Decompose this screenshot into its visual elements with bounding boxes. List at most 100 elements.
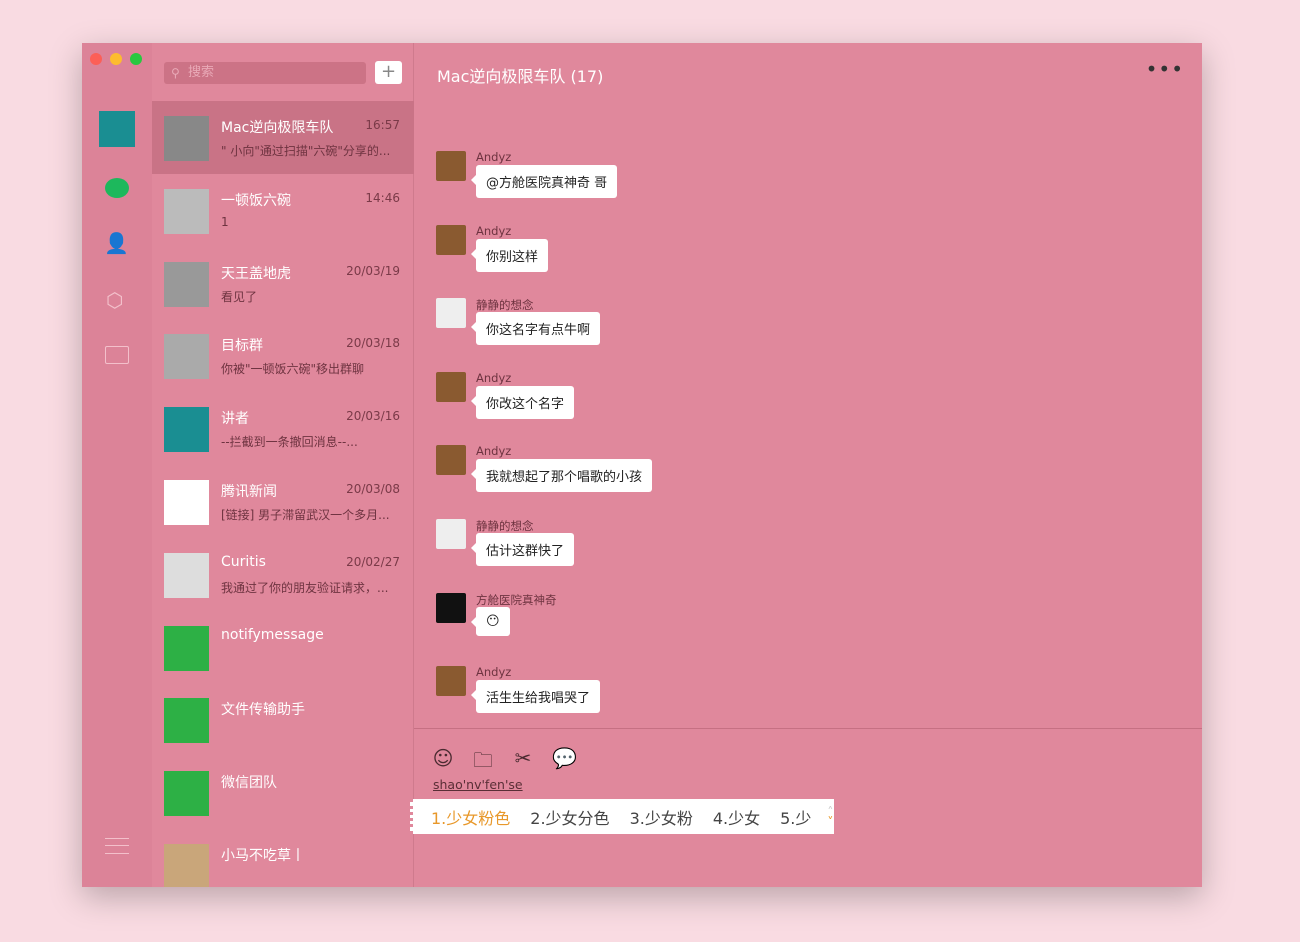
chat-avatar	[164, 334, 209, 379]
chat-snippet: 你被"一顿饭六碗"移出群聊	[221, 360, 399, 377]
chat-list-item[interactable]: 腾讯新闻 20/03/08 [链接] 男子滞留武汉一个多月...	[152, 465, 414, 538]
chat-list-item[interactable]: Mac逆向极限车队 16:57 " 小向"通过扫描"六碗"分享的...	[152, 101, 414, 174]
chat-list-item[interactable]: 讲者 20/03/16 --拦截到一条撤回消息--...	[152, 392, 414, 465]
more-icon[interactable]: •••	[1146, 57, 1184, 81]
chat-name: 讲者	[221, 408, 249, 428]
chats-icon[interactable]	[105, 178, 129, 198]
chat-name: 天王盖地虎	[221, 263, 291, 283]
message-avatar[interactable]	[436, 666, 466, 696]
chat-list-item[interactable]: 小马不吃草丨	[152, 829, 414, 887]
message-avatar[interactable]	[436, 519, 466, 549]
chat-avatar	[164, 844, 209, 887]
message-bubble: 😶	[476, 607, 510, 636]
chat-title: Mac逆向极限车队 (17)	[437, 63, 603, 87]
chat-snippet: 我通过了你的朋友验证请求，...	[221, 579, 399, 596]
chat-snippet: 1	[221, 215, 399, 229]
message-sender: Andyz	[476, 444, 511, 458]
message-avatar[interactable]	[436, 372, 466, 402]
chat-avatar	[164, 262, 209, 307]
message-avatar[interactable]	[436, 298, 466, 328]
message-bubble: 估计这群快了	[476, 533, 574, 566]
chat-time: 16:57	[365, 118, 400, 132]
chat-avatar	[164, 480, 209, 525]
close-button[interactable]	[90, 53, 102, 65]
chat-name: 文件传输助手	[221, 699, 305, 719]
chat-time: 20/03/19	[346, 264, 400, 278]
chat-avatar	[164, 116, 209, 161]
chat-list-item[interactable]: 文件传输助手	[152, 683, 414, 756]
user-avatar[interactable]	[99, 111, 135, 147]
chat-name: 一顿饭六碗	[221, 190, 291, 210]
favorites-icon[interactable]: ⬡	[106, 288, 123, 312]
message-sender: Andyz	[476, 150, 511, 164]
message-bubble: 我就想起了那个唱歌的小孩	[476, 459, 652, 492]
message-input[interactable]: shao'nv'fen'se	[433, 777, 523, 792]
ime-candidate[interactable]: 2.少女分色	[530, 805, 609, 829]
message-sender: 静静的想念	[476, 297, 534, 313]
ime-page-arrows[interactable]: ˄˅	[827, 807, 833, 827]
chat-avatar	[164, 553, 209, 598]
chat-time: 20/03/18	[346, 336, 400, 350]
chat-name: 小马不吃草丨	[221, 845, 305, 865]
chat-avatar	[164, 407, 209, 452]
chat-list-item[interactable]: 目标群 20/03/18 你被"一顿饭六碗"移出群聊	[152, 319, 414, 392]
message-avatar[interactable]	[436, 151, 466, 181]
contacts-icon[interactable]: 👤	[104, 231, 129, 255]
message-sender: Andyz	[476, 371, 511, 385]
chat-snippet: 看见了	[221, 288, 399, 305]
message-sender: Andyz	[476, 224, 511, 238]
wechat-window: 👤 ⬡ ⚲ 搜索 + Mac逆向极限车队 16:57 " 小向"通过扫描"六碗"分…	[82, 43, 1202, 887]
chat-avatar	[164, 626, 209, 671]
search-placeholder: 搜索	[188, 65, 214, 80]
emoji-icon[interactable]: ☺	[432, 746, 454, 780]
ime-candidate[interactable]: 5.少	[780, 805, 811, 829]
scissors-icon[interactable]: ✂	[512, 746, 534, 780]
message-bubble: 你这名字有点牛啊	[476, 312, 600, 345]
chat-list-item[interactable]: 一顿饭六碗 14:46 1	[152, 174, 414, 247]
chat-name: Curitis	[221, 554, 266, 570]
chat-avatar	[164, 771, 209, 816]
chat-time: 14:46	[365, 191, 400, 205]
message-bubble: 你别这样	[476, 239, 548, 272]
chat-list-item[interactable]: 天王盖地虎 20/03/19 看见了	[152, 247, 414, 320]
message-sender: Andyz	[476, 665, 511, 679]
message-sender: 静静的想念	[476, 518, 534, 534]
ime-candidate[interactable]: 1.少女粉色	[431, 805, 510, 829]
message-avatar[interactable]	[436, 593, 466, 623]
chat-list-item[interactable]: Curitis 20/02/27 我通过了你的朋友验证请求，...	[152, 538, 414, 611]
chat-avatar	[164, 698, 209, 743]
chat-avatar	[164, 189, 209, 234]
divider	[414, 728, 1202, 729]
chat-list-item[interactable]: 微信团队	[152, 756, 414, 829]
chat-name: 目标群	[221, 335, 263, 355]
message-avatar[interactable]	[436, 445, 466, 475]
add-button[interactable]: +	[375, 61, 402, 84]
nav-bar: 👤 ⬡	[82, 43, 152, 887]
search-input[interactable]: ⚲ 搜索	[164, 62, 366, 84]
chat-time: 20/03/16	[346, 409, 400, 423]
ime-candidate[interactable]: 4.少女	[713, 805, 760, 829]
folder-icon[interactable]	[105, 346, 129, 364]
chat-snippet: --拦截到一条撤回消息--...	[221, 433, 399, 450]
message-avatar[interactable]	[436, 225, 466, 255]
chat-name: notifymessage	[221, 627, 324, 643]
chat-time: 20/02/27	[346, 555, 400, 569]
ime-candidate[interactable]: 3.少女粉	[630, 805, 693, 829]
search-icon: ⚲	[171, 62, 180, 84]
message-bubble: 活生生给我唱哭了	[476, 680, 600, 713]
chat-panel: Mac逆向极限车队 (17) ••• 😳 Andyz @方舱医院真神奇 哥 An…	[414, 43, 1202, 887]
message-list[interactable]: 😳 Andyz @方舱医院真神奇 哥 Andyz 你别这样 静静的想念 你这名字…	[414, 100, 1202, 728]
file-icon[interactable]: 🗀	[472, 746, 494, 780]
chat-list: ⚲ 搜索 + Mac逆向极限车队 16:57 " 小向"通过扫描"六碗"分享的..…	[152, 43, 414, 887]
chat-snippet: " 小向"通过扫描"六碗"分享的...	[221, 142, 399, 159]
ime-candidate-bar: 1.少女粉色 2.少女分色 3.少女粉 4.少女 5.少 ˄˅	[410, 799, 834, 834]
message-bubble: 你改这个名字	[476, 386, 574, 419]
menu-icon[interactable]	[105, 838, 129, 854]
input-toolbar: ☺ 🗀 ✂ 💬	[432, 746, 574, 780]
minimize-button[interactable]	[110, 53, 122, 65]
chat-history-icon[interactable]: 💬	[552, 746, 574, 780]
maximize-button[interactable]	[130, 53, 142, 65]
chat-snippet: [链接] 男子滞留武汉一个多月...	[221, 506, 399, 523]
chat-list-item[interactable]: notifymessage	[152, 611, 414, 684]
chat-name: Mac逆向极限车队	[221, 117, 333, 137]
